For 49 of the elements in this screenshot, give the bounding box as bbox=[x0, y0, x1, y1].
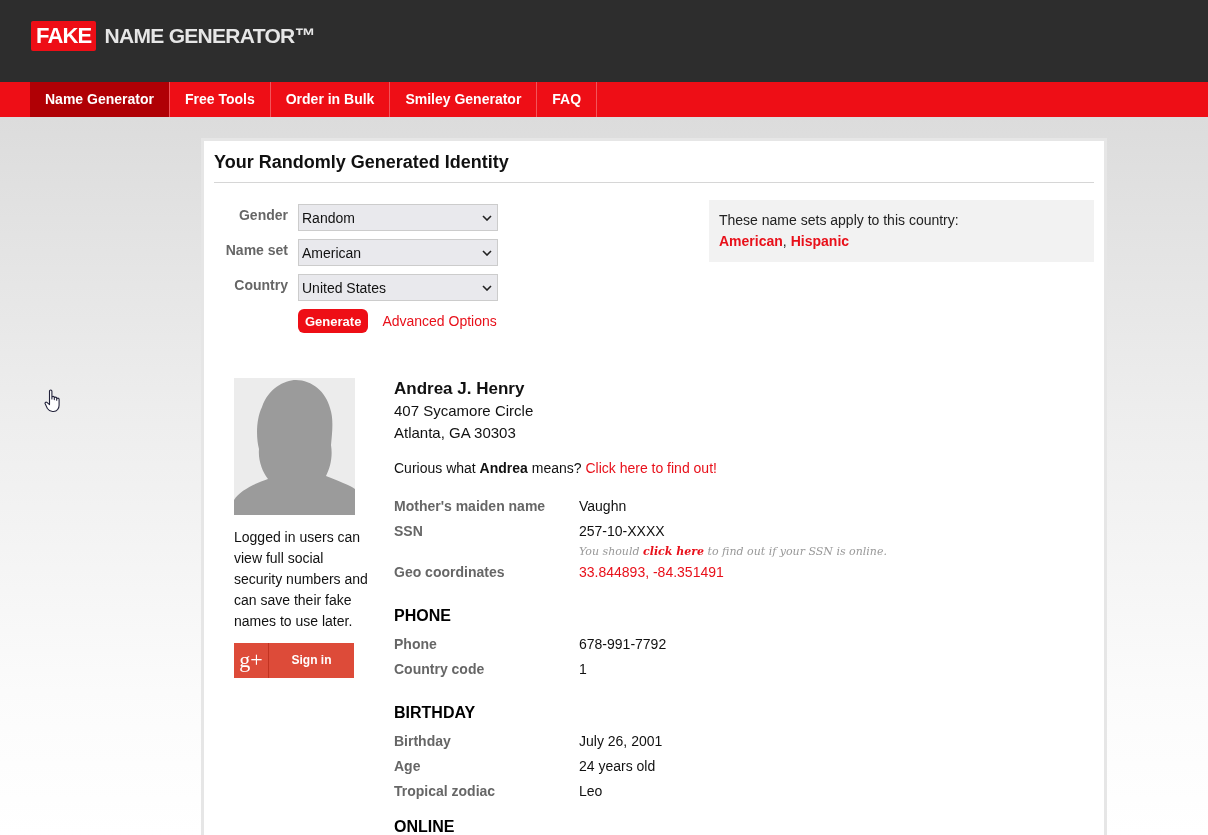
dropdown[interactable]: American bbox=[298, 239, 498, 266]
detail-value: 24 years old bbox=[579, 757, 656, 776]
name-meaning-text: Curious what Andrea means? Click here to find out! bbox=[394, 459, 718, 478]
field-label: Name set bbox=[224, 241, 289, 260]
section-heading: BIRTHDAY bbox=[394, 706, 477, 720]
detail-label: Phone bbox=[394, 635, 438, 654]
click-here-link[interactable]: click here bbox=[643, 545, 704, 558]
detail-value-link[interactable]: 33.844893, -84.351491 bbox=[579, 560, 724, 585]
ssn-hint-text: You should click here to find out if your SSN is online. bbox=[578, 544, 888, 560]
section-heading: PHONE bbox=[394, 609, 452, 623]
detail-label: Age bbox=[394, 757, 422, 776]
dropdown[interactable]: Random bbox=[298, 204, 498, 231]
detail-label: Tropical zodiac bbox=[394, 782, 497, 801]
detail-label: Geo coordinates bbox=[394, 563, 506, 582]
logo-text: NAME GENERATOR™ bbox=[104, 23, 315, 49]
person-name: Andrea J. Henry bbox=[394, 378, 526, 400]
nav-tab[interactable]: Name Generator bbox=[30, 82, 170, 117]
detail-label: SSN bbox=[394, 522, 424, 541]
page-title: Your Randomly Generated Identity bbox=[214, 150, 1094, 183]
detail-value: 1 bbox=[579, 660, 587, 679]
dropdown[interactable]: United States bbox=[298, 274, 498, 301]
sign-in-button[interactable]: g+ Sign in bbox=[234, 643, 354, 678]
find-out-link[interactable]: Click here to find out! bbox=[585, 460, 717, 476]
address-line: 407 Sycamore Circle bbox=[394, 401, 535, 421]
detail-value: 678-991-7792 bbox=[579, 635, 667, 654]
address-line: Atlanta, GA 30303 bbox=[394, 423, 517, 443]
section-heading: ONLINE bbox=[394, 820, 456, 834]
logo-badge: FAKE bbox=[31, 21, 97, 51]
chevron-down-icon bbox=[482, 249, 492, 256]
login-note: Logged in users can view full social security numbers and can save their fake names to use later. bbox=[234, 528, 369, 631]
detail-value: 257-10-XXXX bbox=[579, 522, 665, 541]
advanced-options-link[interactable]: Advanced Options bbox=[382, 313, 497, 329]
detail-value: July 26, 2001 bbox=[579, 732, 663, 751]
generate-button[interactable]: Generate bbox=[298, 309, 369, 333]
detail-label: Birthday bbox=[394, 732, 452, 751]
field-label: Gender bbox=[238, 206, 289, 225]
detail-value: Leo bbox=[579, 782, 603, 801]
name-set-link[interactable]: American bbox=[719, 233, 783, 249]
detail-label: Mother's maiden name bbox=[394, 497, 547, 516]
hand-cursor-icon bbox=[44, 389, 62, 413]
field-label: Country bbox=[233, 276, 289, 295]
detail-label: Country code bbox=[394, 660, 486, 679]
name-set-link[interactable]: Hispanic bbox=[790, 233, 850, 249]
name-sets-text: These name sets apply to this country: bbox=[719, 211, 960, 230]
chevron-down-icon bbox=[482, 214, 492, 221]
detail-value: Vaughn bbox=[579, 497, 627, 516]
chevron-down-icon bbox=[482, 284, 492, 291]
name-sets-list: American, Hispanic bbox=[719, 231, 1084, 252]
g-plus-logo: g+ bbox=[234, 643, 269, 678]
